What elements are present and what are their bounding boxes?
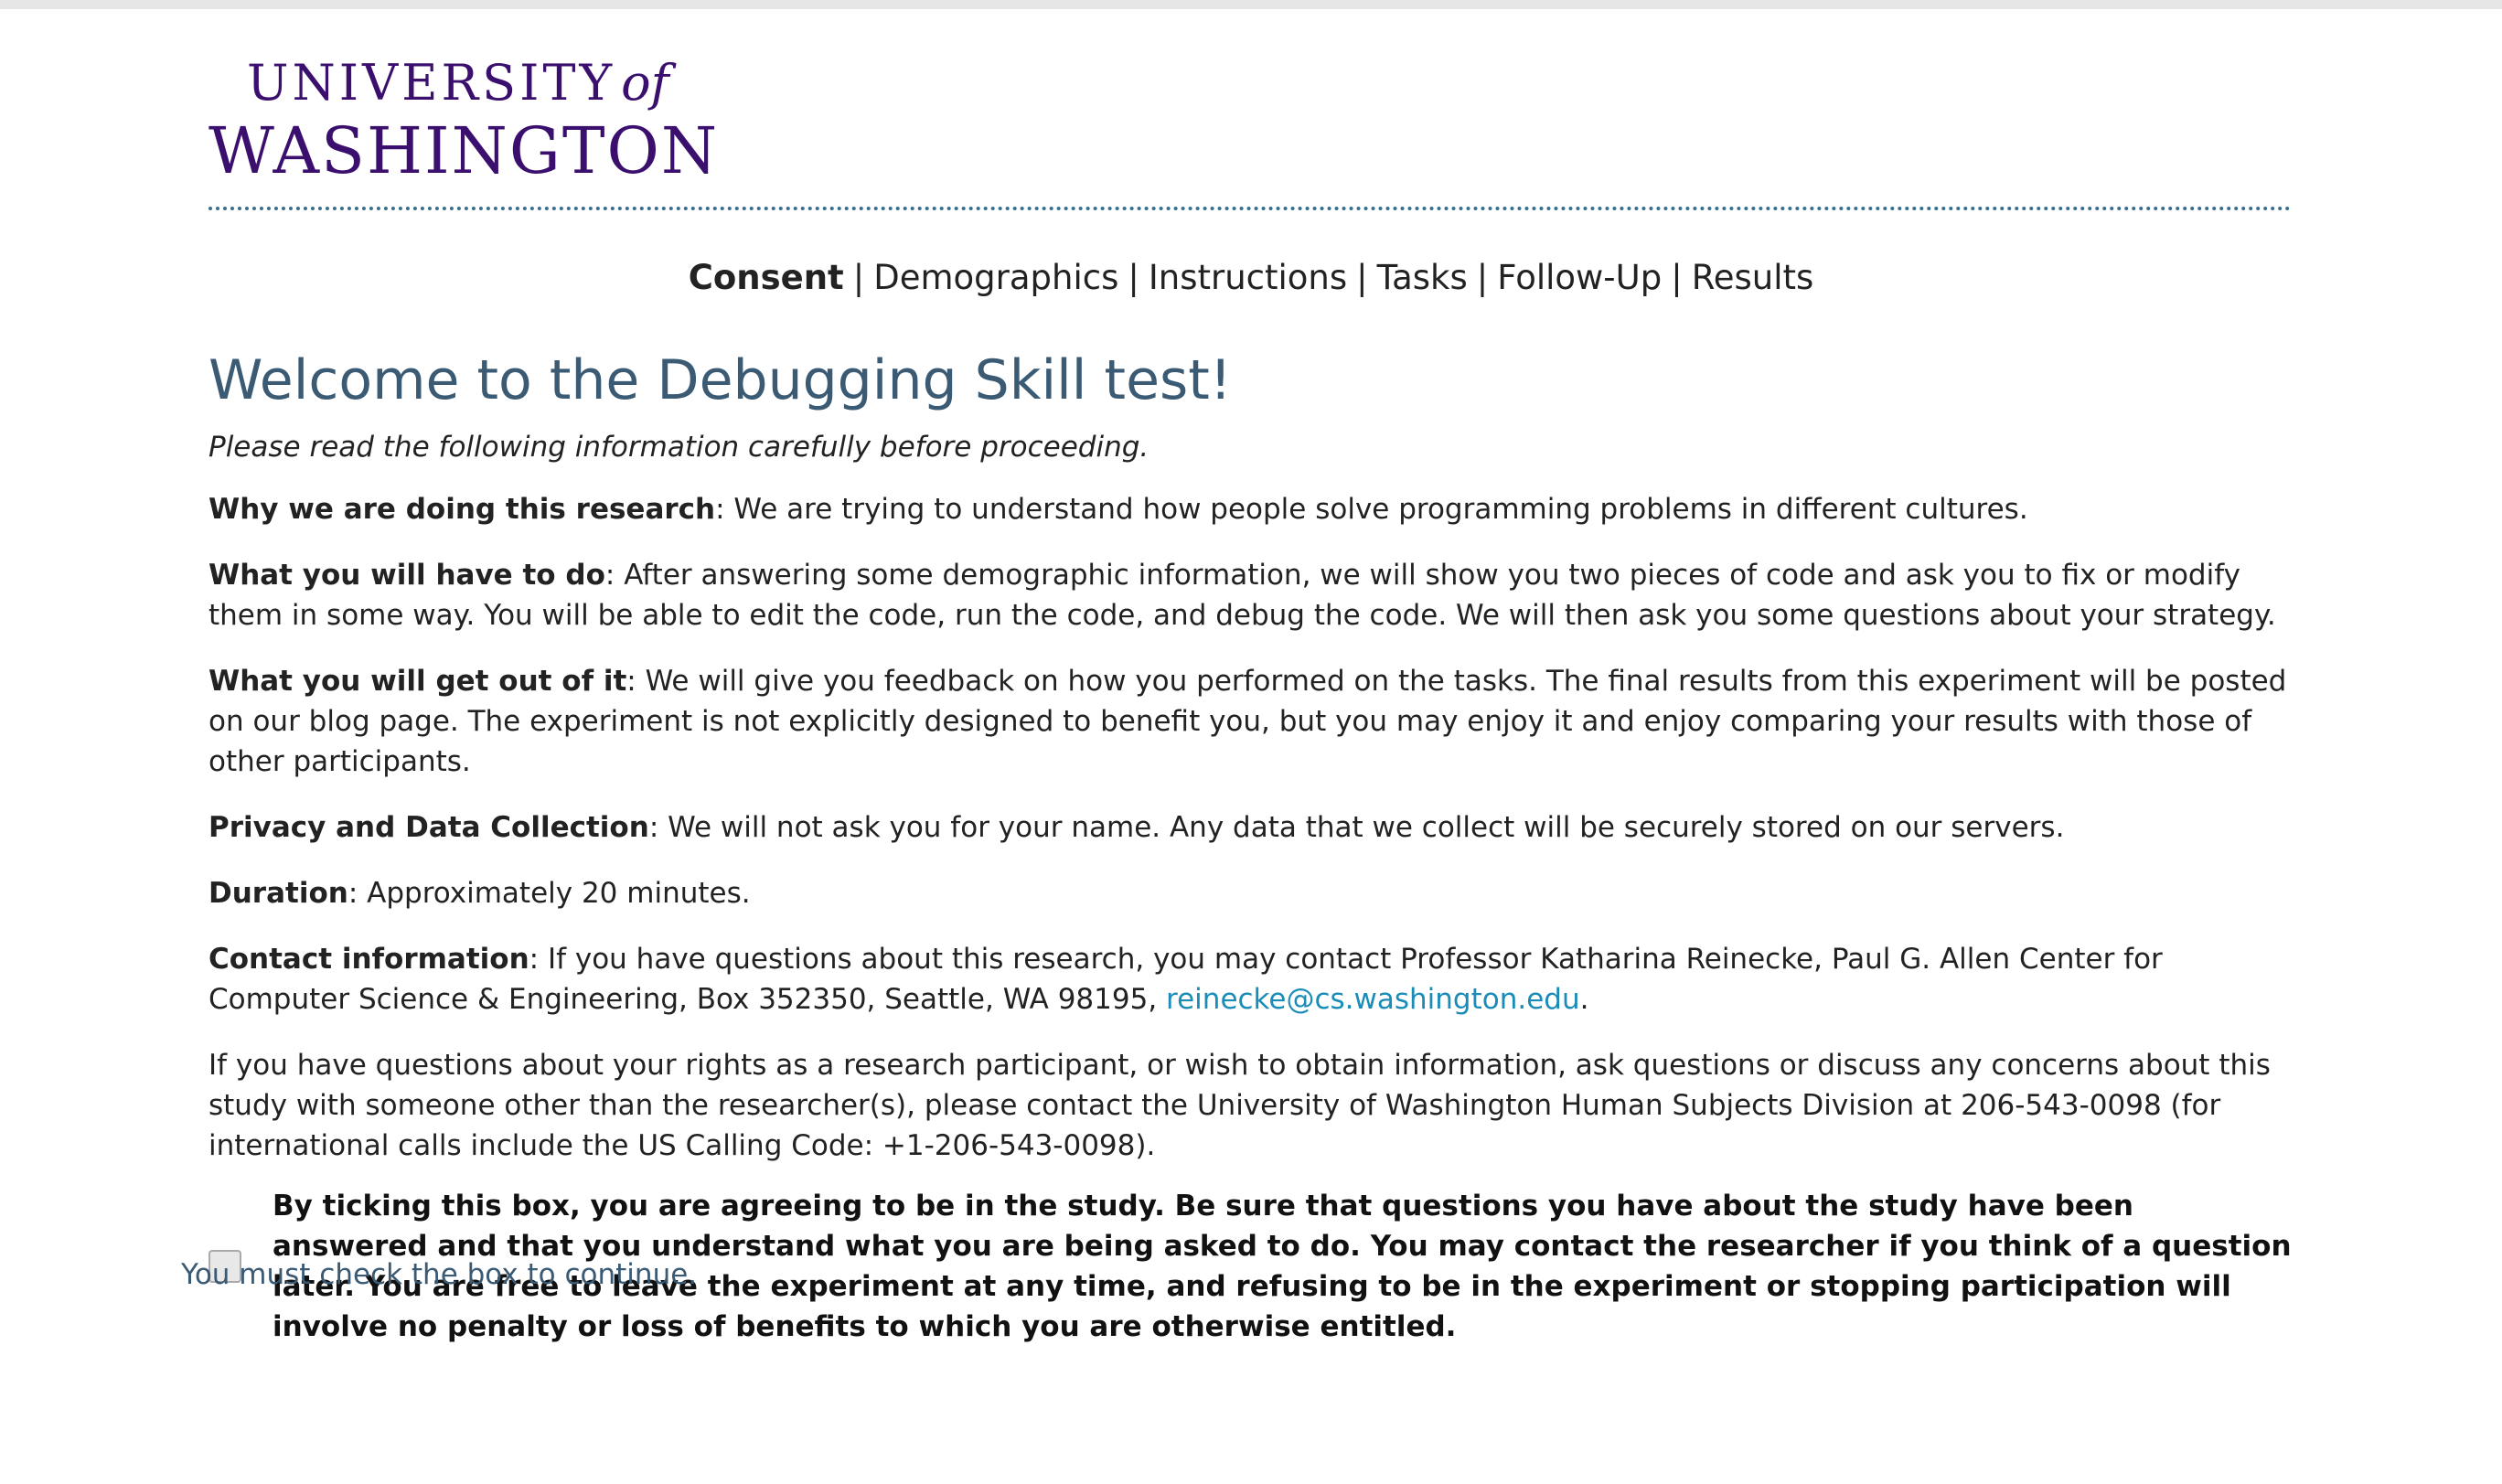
browser-top-bar <box>0 0 2502 9</box>
logo-of-text: of <box>621 54 669 112</box>
section-todo: What you will have to do: After answerin… <box>208 555 2294 635</box>
section-getout: What you will get out of it: We will giv… <box>208 661 2294 782</box>
section-contact: Contact information: If you have questio… <box>208 939 2294 1020</box>
nav-item-demographics: Demographics <box>873 258 1119 297</box>
logo-university-text: UNIVERSITY <box>247 54 616 112</box>
university-logo: UNIVERSITY of WASHINGTON <box>208 59 2294 188</box>
nav-separator: | <box>1671 258 1683 297</box>
nav-separator: | <box>1476 258 1489 297</box>
nav-separator: | <box>1356 258 1368 297</box>
page-title: Welcome to the Debugging Skill test! <box>208 348 1232 412</box>
contact-email-link[interactable]: reinecke@cs.washington.edu <box>1166 983 1580 1016</box>
nav-item-tasks: Tasks <box>1376 258 1468 297</box>
header-divider <box>208 207 2292 210</box>
progress-nav: Consent | Demographics | Instructions | Tasks |… <box>208 258 2294 297</box>
nav-item-instructions: Instructions <box>1148 258 1348 297</box>
nav-item-follow-up: Follow-Up <box>1497 258 1663 297</box>
section-getout-label: What you will get out of it <box>208 665 627 698</box>
nav-item-consent: Consent <box>688 258 844 297</box>
nav-item-results: Results <box>1691 258 1814 297</box>
section-why-label: Why we are doing this research <box>208 493 716 526</box>
section-duration: Duration: Approximately 20 minutes. <box>208 873 2294 913</box>
section-contact-end: . <box>1579 983 1589 1016</box>
section-privacy-text: : We will not ask you for your name. Any… <box>648 811 2065 844</box>
nav-separator: | <box>1128 258 1139 297</box>
section-why: Why we are doing this research: We are t… <box>208 489 2294 529</box>
section-todo-label: What you will have to do <box>208 559 605 592</box>
section-duration-label: Duration <box>208 877 348 910</box>
lead-instruction: Please read the following information ca… <box>208 431 1149 464</box>
section-why-text: : We are trying to understand how people… <box>715 493 2028 526</box>
logo-line-1: UNIVERSITY of <box>208 59 2294 113</box>
section-privacy-label: Privacy and Data Collection <box>208 811 649 844</box>
validation-message: You must check the box to continue. <box>181 1258 698 1291</box>
page-container: UNIVERSITY of WASHINGTON Consent | Demograp… <box>208 9 2294 1347</box>
section-privacy: Privacy and Data Collection: We will not… <box>208 807 2294 848</box>
logo-line-2: WASHINGTON <box>208 113 720 188</box>
section-duration-text: : Approximately 20 minutes. <box>348 877 751 910</box>
section-contact-label: Contact information <box>208 943 529 976</box>
section-rights: If you have questions about your rights … <box>208 1049 2271 1162</box>
nav-separator: | <box>852 258 865 297</box>
